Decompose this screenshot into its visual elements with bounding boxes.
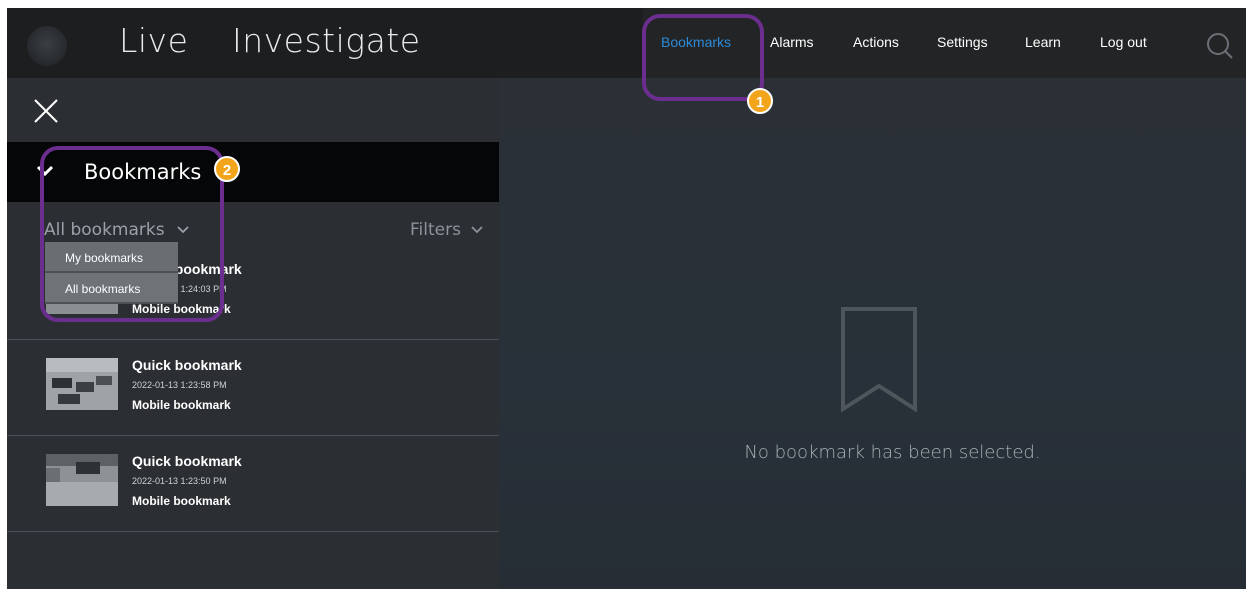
- bookmark-description: Mobile bookmark: [132, 494, 231, 508]
- bookmark-description: Mobile bookmark: [132, 302, 231, 316]
- bookmark-time: 2022-01-13 1:23:50 PM: [132, 476, 227, 486]
- nav-bookmarks[interactable]: Bookmarks: [661, 34, 731, 50]
- bookmark-detail-area: No bookmark has been selected.: [499, 78, 1246, 589]
- nav-alarms[interactable]: Alarms: [770, 34, 814, 50]
- callout-badge-1: 1: [747, 88, 773, 114]
- bookmark-icon: [840, 306, 918, 414]
- nav-actions[interactable]: Actions: [853, 34, 899, 50]
- list-item[interactable]: Quick bookmark 2022-01-13 1:23:58 PM Mob…: [7, 340, 499, 436]
- tab-investigate[interactable]: Investigate: [232, 21, 421, 60]
- dropdown-option-all-bookmarks[interactable]: All bookmarks: [45, 273, 178, 304]
- bookmark-scope-select[interactable]: All bookmarks: [44, 218, 189, 242]
- bookmark-description: Mobile bookmark: [132, 398, 231, 412]
- chevron-down-icon: [176, 226, 189, 234]
- top-bar: Live Investigate Bookmarks Alarms Action…: [7, 8, 1246, 78]
- scope-label: All bookmarks: [44, 220, 165, 240]
- top-nav: Bookmarks Alarms Actions Settings Learn …: [643, 8, 1246, 78]
- dropdown-option-my-bookmarks[interactable]: My bookmarks: [45, 242, 178, 273]
- nav-settings[interactable]: Settings: [937, 34, 988, 50]
- bookmark-thumbnail: [46, 358, 118, 410]
- panel-header[interactable]: Bookmarks: [7, 142, 499, 202]
- nav-log-out[interactable]: Log out: [1100, 34, 1147, 50]
- callout-badge-2: 2: [214, 156, 240, 182]
- nav-learn[interactable]: Learn: [1025, 34, 1061, 50]
- list-item[interactable]: Quick bookmark 2022-01-13 1:23:50 PM Mob…: [7, 436, 499, 532]
- search-icon[interactable]: [1205, 31, 1235, 61]
- bookmark-scope-dropdown: My bookmarks All bookmarks: [45, 242, 178, 304]
- bookmarks-panel: Bookmarks All bookmarks Filters Quick bo…: [7, 78, 499, 589]
- app-window: Live Investigate Bookmarks Alarms Action…: [7, 8, 1246, 589]
- bookmark-thumbnail: [46, 454, 118, 506]
- bookmark-time: 2022-01-13 1:23:58 PM: [132, 380, 227, 390]
- close-icon[interactable]: [33, 98, 59, 124]
- bookmark-title: Quick bookmark: [132, 453, 242, 469]
- chevron-down-icon: [471, 226, 483, 234]
- filters-button[interactable]: Filters: [410, 218, 483, 242]
- filters-label: Filters: [410, 220, 461, 240]
- empty-state-message: No bookmark has been selected.: [744, 442, 1041, 463]
- bookmark-title: Quick bookmark: [132, 357, 242, 373]
- chevron-down-icon[interactable]: [35, 164, 55, 178]
- tab-live[interactable]: Live: [119, 21, 188, 60]
- panel-title: Bookmarks: [84, 160, 202, 184]
- logo: [27, 26, 67, 66]
